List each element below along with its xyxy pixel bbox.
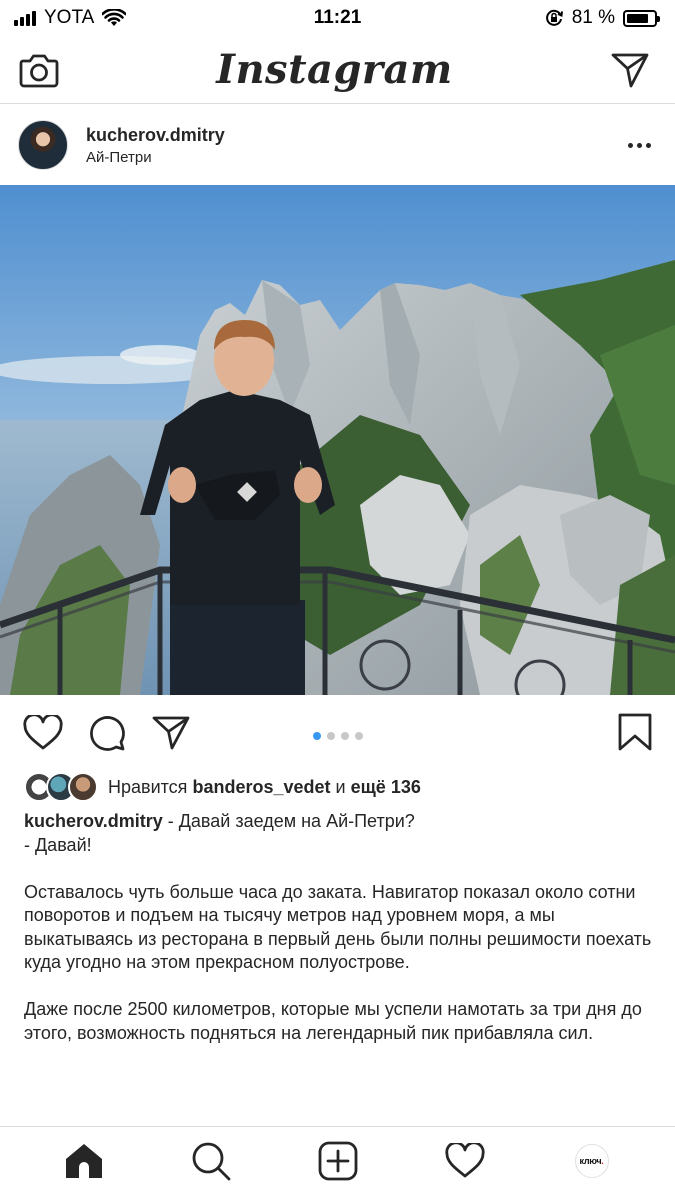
post-caption: kucherov.dmitry - Давай заедем на Ай-Пет… — [24, 810, 654, 1069]
post-user-info: kucherov.dmitry Ай-Петри — [86, 125, 225, 166]
caption-paragraph-1: Оставалось чуть больше часа до заката. Н… — [24, 881, 652, 973]
profile-label: ключ — [579, 1155, 602, 1166]
profile-avatar: ключ. — [574, 1143, 609, 1178]
more-options-button[interactable] — [622, 137, 657, 154]
likes-prefix: Нравится — [108, 776, 188, 797]
battery-level — [627, 13, 649, 23]
carousel-dot — [340, 732, 349, 740]
rotation-lock-icon — [545, 9, 563, 26]
post-action-bar — [0, 705, 675, 761]
paper-plane-icon — [152, 716, 190, 750]
like-button[interactable] — [22, 712, 64, 754]
save-button[interactable] — [617, 712, 653, 757]
likes-and: и — [335, 776, 346, 797]
liker-username[interactable]: banderos_vedet — [192, 777, 330, 797]
battery-icon — [623, 9, 660, 27]
likes-others[interactable]: ещё 136 — [351, 777, 421, 797]
wifi-icon — [102, 9, 127, 26]
camera-button[interactable] — [18, 49, 60, 91]
instagram-logo: Instagram — [216, 46, 453, 93]
status-left: YOTA — [14, 7, 127, 29]
post-username[interactable]: kucherov.dmitry — [86, 125, 225, 146]
activity-heart-icon — [444, 1142, 485, 1177]
tab-search[interactable] — [186, 1136, 236, 1186]
bottom-tab-bar: ключ. — [0, 1126, 675, 1200]
caption-second-line: - Давай! — [24, 834, 92, 855]
caption-username[interactable]: kucherov.dmitry — [24, 811, 163, 831]
tab-profile[interactable]: ключ. — [567, 1136, 617, 1186]
carousel-dot — [326, 732, 335, 740]
comment-button[interactable] — [86, 712, 128, 754]
caption-first-line: - Давай заедем на Ай-Петри? — [162, 811, 415, 831]
post-location[interactable]: Ай-Петри — [86, 149, 225, 166]
camera-icon — [19, 54, 59, 87]
share-button[interactable] — [150, 712, 192, 754]
tab-new-post[interactable] — [313, 1136, 363, 1186]
post-photo[interactable] — [0, 185, 675, 695]
home-icon — [65, 1143, 102, 1178]
more-dot-icon — [628, 142, 633, 148]
app-header: Instagram — [0, 36, 675, 104]
post-photo-image — [0, 185, 675, 695]
author-avatar[interactable] — [18, 120, 68, 170]
post-header: kucherov.dmitry Ай-Петри — [0, 105, 675, 185]
profile-label-dot: . — [601, 1155, 604, 1166]
tab-activity[interactable] — [440, 1136, 490, 1186]
new-post-icon — [318, 1141, 357, 1180]
signal-strength-icon — [14, 10, 36, 26]
status-right: 81 % — [544, 7, 660, 29]
caption-paragraph-2: Даже после 2500 километров, которые мы у… — [24, 999, 642, 1043]
more-dot-icon — [646, 142, 651, 148]
bookmark-icon — [618, 713, 652, 751]
direct-messages-button[interactable] — [609, 49, 651, 91]
more-dot-icon — [637, 142, 642, 148]
battery-percent: 81 % — [571, 7, 615, 28]
liker-avatar — [68, 772, 98, 802]
comment-bubble-icon — [90, 716, 125, 751]
liker-avatars — [24, 772, 98, 802]
paper-plane-icon — [611, 53, 649, 87]
carousel-dot — [312, 732, 321, 740]
search-icon — [192, 1142, 230, 1180]
status-bar: YOTA 11:21 81 % — [0, 0, 675, 36]
carousel-dot — [354, 732, 363, 740]
tab-home[interactable] — [59, 1136, 109, 1186]
likes-text: Нравится banderos_vedet и ещё 136 — [108, 777, 421, 798]
heart-icon — [23, 715, 63, 750]
likes-row[interactable]: Нравится banderos_vedet и ещё 136 — [24, 770, 421, 804]
carrier-name: YOTA — [44, 7, 95, 28]
